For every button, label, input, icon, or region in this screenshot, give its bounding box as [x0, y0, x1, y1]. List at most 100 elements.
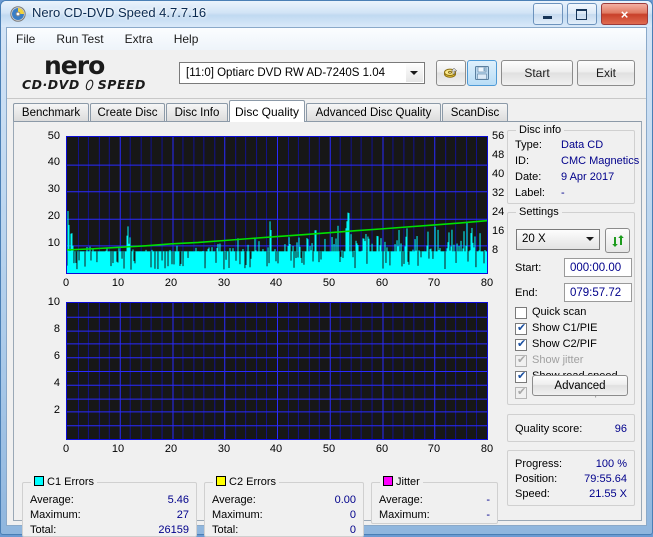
disc-info-id-label: ID:: [515, 155, 530, 167]
menu-bar: File Run Test Extra Help: [7, 28, 646, 51]
bot-xtick-70: 70: [427, 443, 441, 455]
close-icon: ×: [620, 6, 629, 22]
show-c2-pif-label: Show C2/PIF: [532, 338, 597, 350]
c1-errors-chart[interactable]: [66, 136, 488, 274]
top-xtick-10: 10: [111, 277, 125, 289]
menu-file[interactable]: File: [7, 28, 44, 50]
logo-subtitle: CD·DVD ⬯ SPEED: [22, 77, 146, 92]
bot-xtick-0: 0: [62, 443, 70, 455]
jitter-stats: Jitter Average: - Maximum: -: [371, 476, 498, 524]
top-y2tick-24: 24: [492, 206, 505, 218]
close-button[interactable]: ×: [601, 3, 648, 25]
floppy-save-icon: [475, 66, 489, 80]
disc-quality-page: 50 40 30 20 10 56 48 40 32 24 16 8 0 10 …: [13, 121, 642, 537]
chevron-down-icon[interactable]: [406, 64, 423, 82]
start-button[interactable]: Start: [501, 60, 573, 86]
exit-button[interactable]: Exit: [577, 60, 635, 86]
disc-info-type-label: Type:: [515, 139, 542, 151]
top-y2tick-16: 16: [492, 225, 505, 237]
disc-info-title: Disc info: [516, 124, 565, 136]
settings-title: Settings: [516, 206, 562, 218]
tab-strip: Benchmark Create Disc Disc Info Disc Qua…: [13, 100, 642, 122]
bot-xtick-10: 10: [111, 443, 125, 455]
start-position-value: 000:00.00: [570, 262, 622, 274]
bot-xtick-30: 30: [217, 443, 231, 455]
bot-ytick-4: 4: [53, 377, 60, 389]
top-y2tick-56: 56: [492, 130, 505, 142]
app-window: Nero CD-DVD Speed 4.7.7.16 × File Run Te…: [0, 0, 653, 537]
show-write-speed-checkbox: ✔: [515, 386, 527, 399]
jitter-maximum-value: -: [486, 509, 490, 521]
c1-total-label: Total:: [30, 524, 57, 536]
show-jitter-checkbox: ✔: [515, 354, 527, 367]
c1-average-value: 5.46: [167, 494, 189, 506]
progress-value: 100 %: [595, 458, 627, 470]
window-controls: ×: [532, 3, 648, 25]
c1-errors-stats: C1 Errors Average: 5.46 Maximum: 27 Tota…: [22, 476, 197, 537]
tab-scandisc[interactable]: ScanDisc: [442, 103, 508, 121]
c1-total-value: 26159: [158, 524, 189, 536]
menu-run-test[interactable]: Run Test: [47, 28, 112, 50]
client-area: File Run Test Extra Help nero CD·DVD ⬯ S…: [6, 27, 647, 537]
tab-benchmark[interactable]: Benchmark: [13, 103, 89, 121]
c1-color-swatch: [34, 476, 44, 486]
bot-xtick-20: 20: [164, 443, 178, 455]
drive-select-value: [11:0] Optiarc DVD RW AD-7240S 1.04: [186, 67, 385, 79]
show-c2-pif-checkbox[interactable]: ✔: [515, 338, 527, 351]
c1-maximum-value: 27: [176, 509, 189, 521]
quick-scan-checkbox[interactable]: [515, 307, 527, 319]
speed-label: Speed:: [515, 488, 550, 500]
refresh-button[interactable]: [605, 228, 630, 253]
c2-errors-stats: C2 Errors Average: 0.00 Maximum: 0 Total…: [204, 476, 364, 537]
chevron-down-icon[interactable]: [582, 231, 598, 248]
top-xtick-30: 30: [217, 277, 231, 289]
bot-ytick-10: 10: [47, 296, 60, 308]
start-position-row: Start: 000:00.00: [515, 258, 632, 277]
menu-extra[interactable]: Extra: [116, 28, 162, 50]
c2-errors-title: C2 Errors: [213, 476, 280, 488]
top-y2tick-32: 32: [492, 187, 505, 199]
quality-score-label: Quality score:: [515, 423, 583, 435]
c1-maximum-label: Maximum:: [30, 509, 81, 521]
disc-info-type-value: Data CD: [561, 139, 604, 151]
bot-xtick-60: 60: [375, 443, 389, 455]
save-button[interactable]: [467, 60, 497, 86]
c2-color-swatch: [216, 476, 226, 486]
top-y2tick-40: 40: [492, 168, 505, 180]
disc-info-label-value: -: [561, 187, 565, 199]
jitter-title: Jitter: [380, 476, 423, 488]
position-label: Position:: [515, 473, 558, 485]
c2-errors-chart[interactable]: [66, 302, 488, 440]
speed-select[interactable]: 20 X: [516, 229, 600, 250]
tab-disc-quality[interactable]: Disc Quality: [229, 100, 305, 122]
speed-select-value: 20 X: [522, 233, 546, 245]
c2-average-value: 0.00: [334, 494, 356, 506]
c2-average-label: Average:: [212, 494, 256, 506]
show-read-speed-checkbox[interactable]: ✔: [515, 370, 527, 383]
start-position-field[interactable]: 000:00.00: [564, 258, 632, 277]
tab-create-disc[interactable]: Create Disc: [90, 103, 165, 121]
disc-info-id-value: CMC Magnetics: [561, 155, 640, 167]
top-xtick-50: 50: [322, 277, 336, 289]
tab-disc-info[interactable]: Disc Info: [166, 103, 228, 121]
logo-wordmark: nero: [44, 51, 105, 80]
top-ytick-30: 30: [47, 183, 60, 195]
end-position-field[interactable]: 079:57.72: [564, 283, 632, 302]
maximize-icon: [568, 4, 596, 24]
drive-select[interactable]: [11:0] Optiarc DVD RW AD-7240S 1.04: [179, 62, 425, 84]
maximize-button[interactable]: [566, 3, 597, 25]
tab-advanced-disc-quality[interactable]: Advanced Disc Quality: [306, 103, 441, 121]
position-value: 79:55.64: [584, 473, 627, 485]
menu-help[interactable]: Help: [165, 28, 208, 50]
top-xtick-60: 60: [375, 277, 389, 289]
show-jitter-label: Show jitter: [532, 354, 584, 366]
show-c1-pie-checkbox[interactable]: ✔: [515, 322, 527, 335]
progress-panel: Progress: 100 % Position: 79:55.64 Speed…: [507, 450, 635, 506]
jitter-average-value: -: [486, 494, 490, 506]
eject-button[interactable]: [436, 60, 466, 86]
jitter-average-label: Average:: [379, 494, 423, 506]
top-ytick-50: 50: [47, 130, 60, 142]
advanced-button[interactable]: Advanced: [532, 375, 628, 396]
bot-xtick-80: 80: [480, 443, 494, 455]
minimize-button[interactable]: [532, 3, 563, 25]
